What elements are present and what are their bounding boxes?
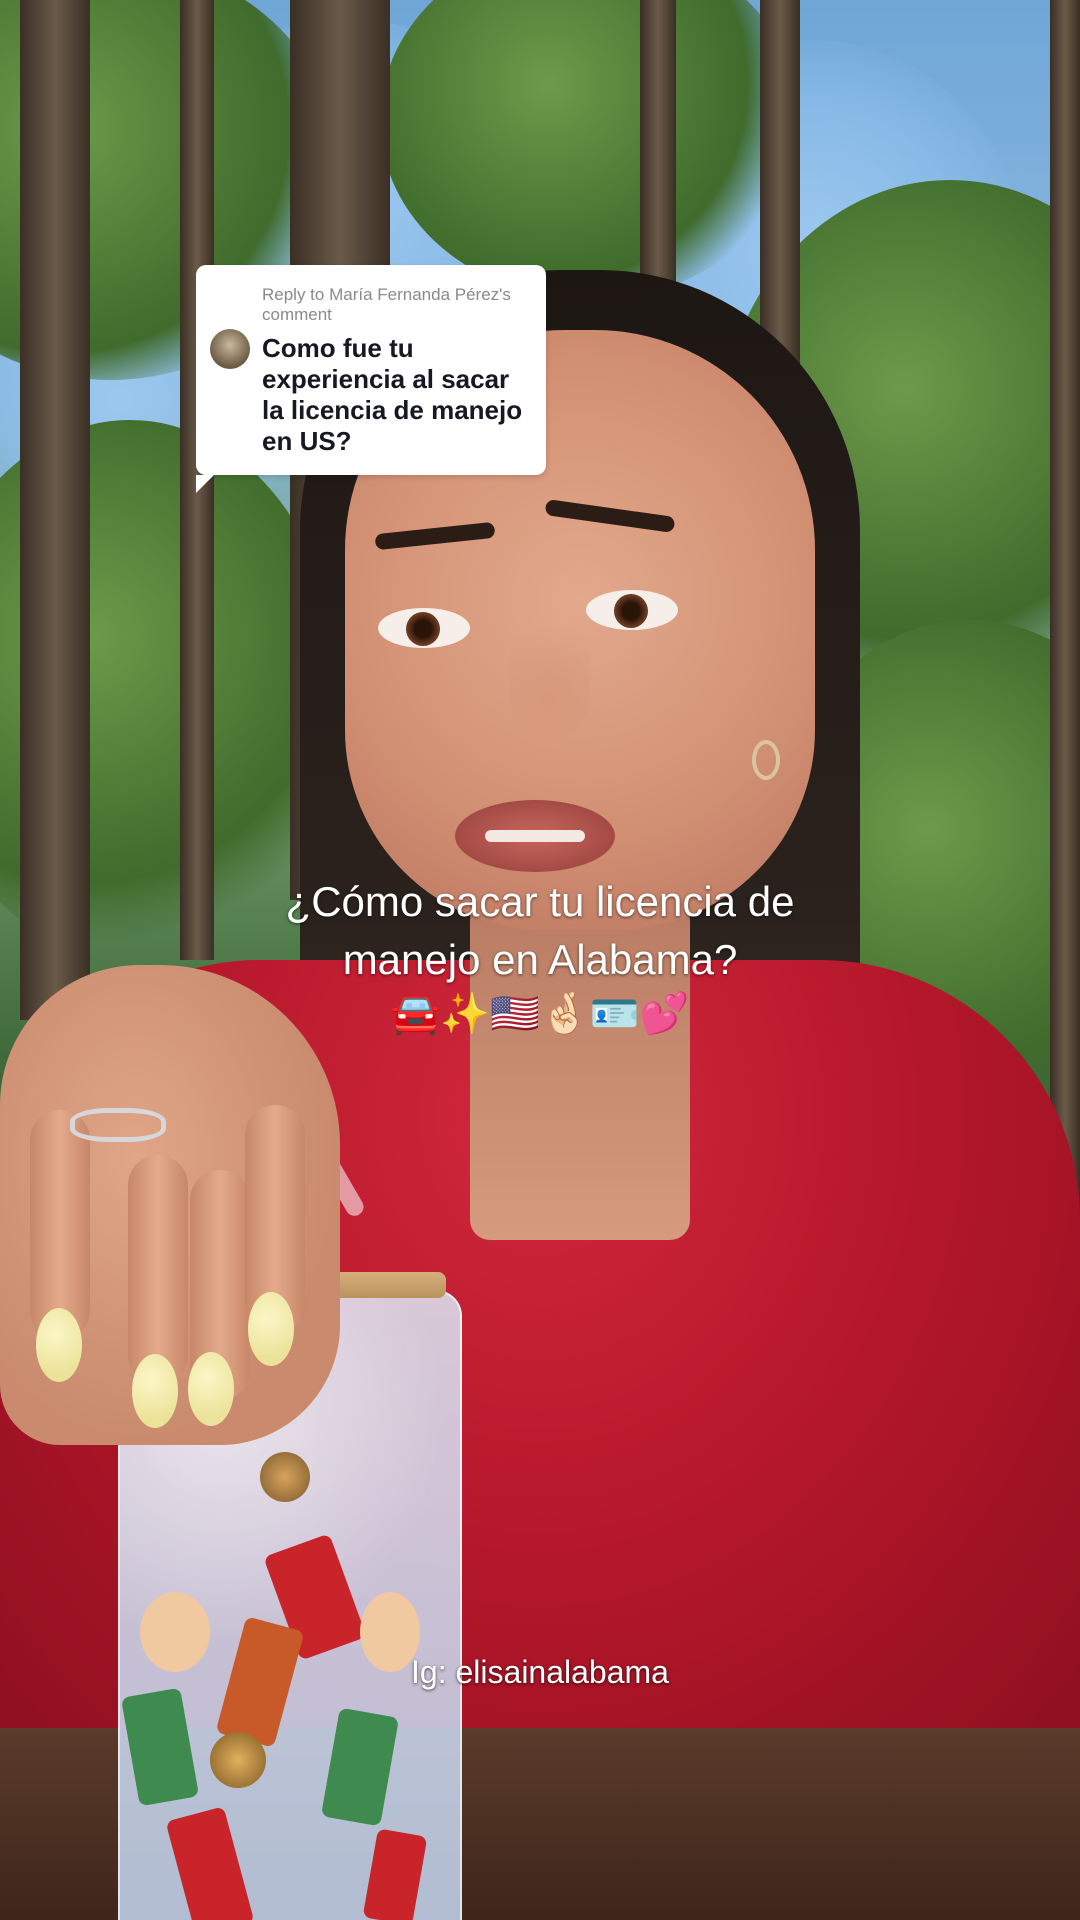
jar-decoration	[165, 1806, 255, 1920]
nail	[248, 1292, 294, 1366]
instagram-handle: Ig: elisainalabama	[411, 1654, 669, 1690]
caption-line-2: manejo en Alabama?	[342, 936, 738, 983]
jar-decoration	[120, 1687, 200, 1807]
reply-header: Reply to María Fernanda Pérez's comment	[262, 285, 511, 324]
jar-decoration	[260, 1452, 310, 1502]
tree-trunk	[640, 0, 676, 300]
reply-comment-sticker[interactable]: Reply to María Fernanda Pérez's comment …	[196, 265, 546, 493]
left-eye	[378, 608, 470, 648]
finger	[30, 1110, 90, 1340]
nose	[510, 600, 590, 740]
nail	[36, 1308, 82, 1382]
finger	[128, 1155, 188, 1385]
caption-emoji-row: 🚘✨🇺🇸🤞🏻🪪💕	[390, 992, 690, 1036]
lips	[455, 800, 615, 872]
caption-line-1: ¿Cómo sacar tu licencia de	[285, 878, 795, 925]
earring	[752, 740, 780, 780]
right-eye	[586, 590, 678, 630]
tree-trunk	[20, 0, 90, 1020]
jar-decoration	[362, 1828, 428, 1920]
jar-decoration	[320, 1707, 400, 1827]
reply-comment-text: Como fue tu experiencia al sacar la lice…	[262, 333, 523, 456]
jar-decoration	[210, 1732, 266, 1788]
nail	[132, 1354, 178, 1428]
ring	[70, 1108, 166, 1142]
commenter-avatar[interactable]	[210, 329, 250, 369]
video-frame[interactable]: Reply to María Fernanda Pérez's comment …	[0, 0, 1080, 1920]
nail	[188, 1352, 234, 1426]
